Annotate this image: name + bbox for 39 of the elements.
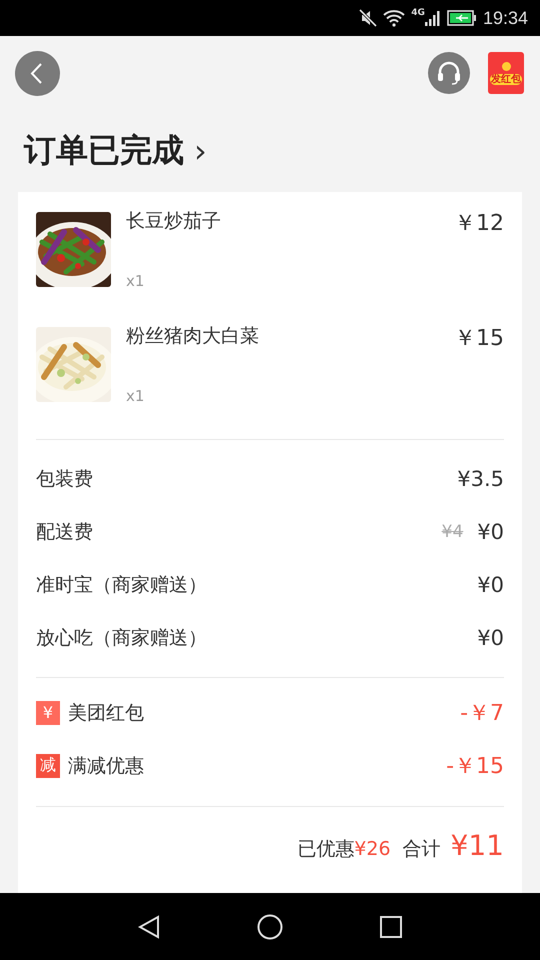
clock-time: 19:34 xyxy=(482,8,528,28)
discount-amount: -￥7 xyxy=(460,700,504,728)
chevron-icon[interactable]: › xyxy=(194,135,207,167)
dish-name: 粉丝猪肉大白菜 xyxy=(126,324,260,349)
wifi-icon xyxy=(383,9,406,27)
battery-icon xyxy=(446,10,477,26)
discount-badge: ¥ xyxy=(36,700,60,724)
saved-amount: ¥26 xyxy=(354,838,391,860)
original-fee: ¥4 xyxy=(442,522,464,542)
gift-envelope-button[interactable]: 发红包 xyxy=(488,52,524,94)
total-label: 合计 xyxy=(402,837,441,862)
discount-label: 满减优惠 xyxy=(68,754,145,778)
network-type: 4G xyxy=(411,8,425,18)
saved-label: 已优惠 xyxy=(297,837,354,862)
dish-name: 长豆炒茄子 xyxy=(126,209,222,234)
back-button[interactable] xyxy=(15,50,60,96)
home-nav-button[interactable] xyxy=(256,914,283,940)
fee-amount: ¥0 xyxy=(477,626,504,650)
fee-label: 放心吃（商家赠送） xyxy=(36,626,208,650)
dish-price: ￥12 xyxy=(454,210,504,238)
signal-icon xyxy=(424,9,441,27)
mute-icon xyxy=(359,9,378,27)
discount-amount: -￥15 xyxy=(446,752,504,780)
discount-badge: 减 xyxy=(36,754,60,778)
fee-label: 配送费 xyxy=(36,520,94,544)
fee-amount: ¥0 xyxy=(477,572,504,596)
fee-amount: ¥0 xyxy=(477,520,504,544)
recents-nav-button[interactable] xyxy=(380,916,402,938)
fee-label: 包装费 xyxy=(36,466,94,492)
dish-price: ￥15 xyxy=(454,325,504,353)
dish-quantity: x1 xyxy=(126,272,146,290)
discount-label: 美团红包 xyxy=(68,700,145,726)
order-status-title[interactable]: 订单已完成 xyxy=(24,129,184,173)
dish-quantity: x1 xyxy=(126,387,146,405)
fee-amount: ¥3.5 xyxy=(457,466,504,490)
total-amount: ¥11 xyxy=(450,829,504,862)
fee-label: 准时宝（商家赠送） xyxy=(36,572,208,598)
headset-icon[interactable] xyxy=(428,52,470,94)
back-nav-button[interactable] xyxy=(138,914,160,938)
